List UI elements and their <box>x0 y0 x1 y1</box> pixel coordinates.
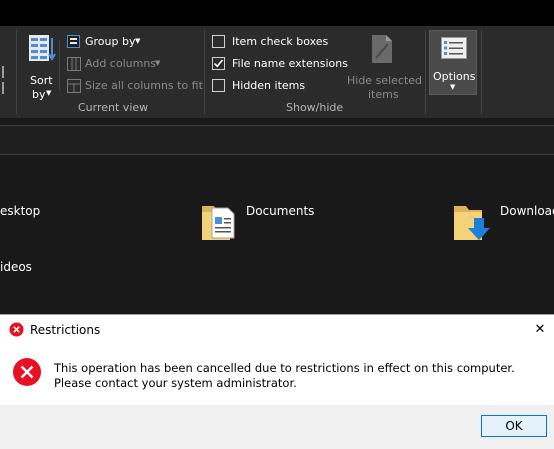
item-check-boxes-toggle[interactable]: Item check boxes <box>212 34 332 50</box>
ribbon-view-tab: Sort by ▼ Group by ▼ Add columns ▼ Size … <box>0 26 554 118</box>
dialog-title: Restrictions <box>30 323 101 337</box>
group-by-icon <box>67 35 80 48</box>
ribbon-separator <box>59 40 60 90</box>
show-hide-group-label: Show/hide <box>286 101 344 114</box>
ribbon-separator <box>481 30 482 114</box>
hide-selected-label: Hide selected <box>347 74 423 87</box>
hide-selected-items-label: items <box>368 88 399 101</box>
ok-button[interactable]: OK <box>481 415 547 437</box>
close-button[interactable]: ✕ <box>528 319 552 341</box>
sort-by-button[interactable]: Sort by ▼ <box>26 32 58 101</box>
title-error-icon <box>9 322 24 340</box>
item-label: esktop <box>0 204 41 218</box>
size-columns-icon <box>67 79 81 96</box>
add-columns-button[interactable]: Add columns ▼ <box>66 56 166 72</box>
sort-dropdown-icon: ▼ <box>46 89 52 97</box>
ribbon-separator <box>204 30 205 114</box>
group-by-label: Group by <box>85 35 136 48</box>
item-check-boxes-label: Item check boxes <box>232 35 329 48</box>
options-dropdown-icon: ▼ <box>450 83 456 91</box>
downloads-folder-icon <box>452 200 494 245</box>
add-columns-icon <box>67 57 81 74</box>
options-button[interactable]: Options ▼ <box>429 30 477 95</box>
restrictions-dialog: Restrictions ✕ This operation has been c… <box>0 314 554 449</box>
options-icon <box>441 37 467 62</box>
list-item[interactable]: Documents <box>198 200 328 244</box>
group-by-dropdown-icon: ▼ <box>135 37 141 45</box>
dialog-message: This operation has been cancelled due to… <box>54 361 515 390</box>
options-label: Options <box>433 70 476 83</box>
add-columns-label: Add columns <box>85 57 157 70</box>
sort-by-label: by <box>32 88 46 101</box>
hidden-items-toggle[interactable]: Hidden items <box>212 78 312 94</box>
hidden-items-label: Hidden items <box>232 79 306 92</box>
ribbon-left-edge-icon[interactable] <box>0 66 8 106</box>
add-columns-dropdown-icon: ▼ <box>155 59 161 67</box>
documents-folder-icon <box>200 200 238 245</box>
list-item[interactable]: esktop <box>0 200 60 220</box>
list-item[interactable]: Download <box>452 200 554 244</box>
size-all-columns-button[interactable]: Size all columns to fit <box>66 78 203 96</box>
current-view-group-label: Current view <box>78 101 149 114</box>
group-by-button[interactable]: Group by ▼ <box>66 34 156 50</box>
item-label: Download <box>500 204 554 218</box>
item-label: ideos <box>0 260 32 274</box>
sort-label: Sort <box>30 74 53 87</box>
close-icon: ✕ <box>534 322 546 337</box>
hide-selected-items-button[interactable]: Hide selected items <box>344 32 423 101</box>
checkmark-icon <box>213 59 224 68</box>
window-top-strip <box>0 0 554 26</box>
file-name-extensions-toggle[interactable]: File name extensions <box>212 56 348 72</box>
sort-icon <box>28 34 56 65</box>
file-name-extensions-label: File name extensions <box>232 57 348 70</box>
list-item[interactable]: ideos <box>0 256 60 276</box>
hide-selected-icon <box>370 34 394 67</box>
ok-label: OK <box>505 419 523 433</box>
file-view-area: esktop Documents Download ideos <box>0 156 554 316</box>
ribbon-separator <box>16 30 17 114</box>
item-label: Documents <box>246 204 315 218</box>
dialog-footer <box>0 405 554 449</box>
error-icon <box>12 357 42 390</box>
size-all-columns-label: Size all columns to fit <box>85 79 203 92</box>
item-check-boxes-checkbox[interactable] <box>212 35 225 48</box>
file-name-extensions-checkbox[interactable] <box>212 57 225 70</box>
hidden-items-checkbox[interactable] <box>212 79 225 92</box>
address-bar-area <box>0 125 554 155</box>
ribbon-separator <box>425 30 426 114</box>
